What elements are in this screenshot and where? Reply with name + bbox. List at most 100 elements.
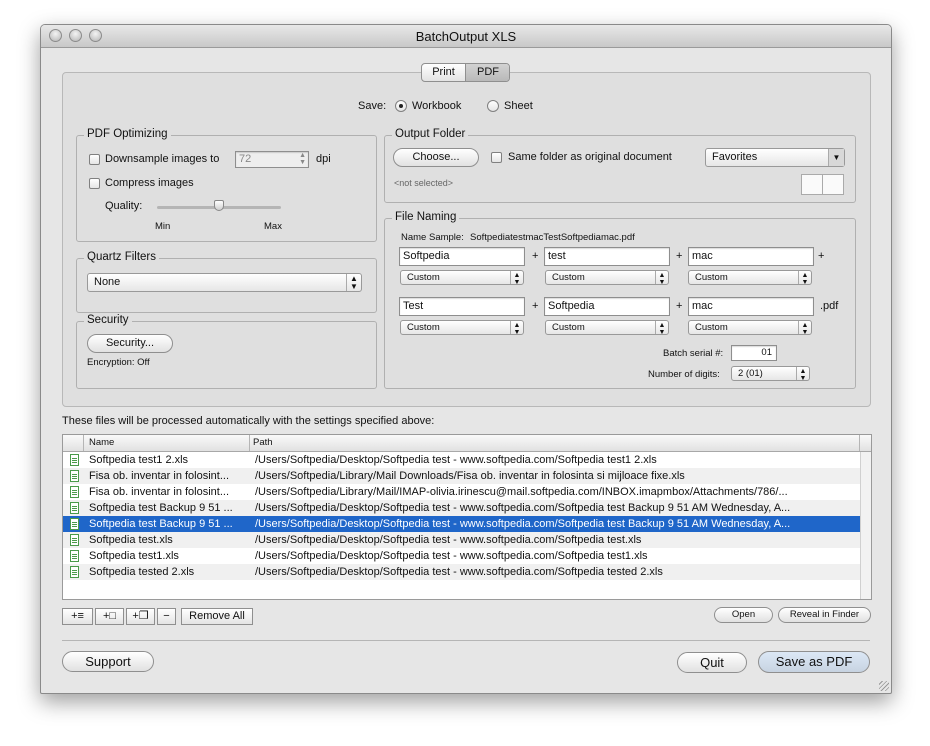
same-folder-checkbox[interactable] — [491, 152, 502, 163]
print-pdf-segmented-control: Print PDF — [421, 63, 510, 82]
downsample-checkbox[interactable] — [89, 154, 100, 165]
save-as-pdf-button[interactable]: Save as PDF — [758, 651, 870, 673]
tab-pdf[interactable]: PDF — [465, 64, 509, 81]
name-part-field-5[interactable]: Softpedia — [544, 297, 670, 316]
open-button[interactable]: Open — [714, 607, 773, 623]
name-part-field-4[interactable]: Test — [399, 297, 525, 316]
popup-arrows-icon: ▲ ▼ — [510, 321, 523, 336]
quality-label: Quality: — [105, 200, 143, 212]
footer-divider — [62, 640, 870, 641]
preview-divider — [822, 175, 823, 194]
spreadsheet-file-icon — [70, 502, 79, 514]
table-header: Name Path — [63, 435, 871, 452]
batch-serial-field[interactable]: 01 — [731, 345, 777, 361]
dpi-stepper[interactable]: 72 ▲ ▼ — [235, 151, 309, 168]
table-row[interactable]: Fisa ob. inventar in folosint... /Users/S… — [63, 484, 861, 500]
dpi-unit-label: dpi — [316, 153, 331, 165]
add-list-button[interactable]: +≡ — [62, 608, 93, 625]
title-bar[interactable]: BatchOutput XLS — [41, 25, 891, 48]
save-label: Save: — [358, 100, 387, 112]
dpi-value: 72 — [239, 153, 252, 165]
vertical-scrollbar[interactable] — [860, 452, 871, 599]
file-path-cell: /Users/Softpedia/Library/Mail Downloads/… — [255, 470, 685, 482]
file-path-cell: /Users/Softpedia/Desktop/Softpedia test … — [255, 534, 642, 546]
same-folder-label: Same folder as original document — [508, 151, 672, 163]
name-part-field-6[interactable]: mac — [688, 297, 814, 316]
name-part-field-1[interactable]: Softpedia — [399, 247, 525, 266]
security-button[interactable]: Security... — [87, 334, 173, 353]
remove-button[interactable]: − — [157, 608, 176, 625]
quartz-filter-popup[interactable]: None ▲ ▼ — [87, 273, 362, 292]
file-path-cell: /Users/Softpedia/Desktop/Softpedia test … — [255, 550, 648, 562]
popup-arrows-icon: ▲ ▼ — [655, 271, 668, 286]
file-name-cell: Softpedia test Backup 9 51 ... — [89, 518, 233, 530]
table-row[interactable]: Fisa ob. inventar in folosint... /Users/S… — [63, 468, 861, 484]
plus-separator: + — [818, 250, 825, 262]
folder-preview-well — [801, 174, 844, 195]
name-part-popup-6[interactable]: Custom ▲ ▼ — [688, 320, 812, 336]
support-button[interactable]: Support — [62, 651, 154, 672]
output-folder-legend: Output Folder — [392, 128, 469, 140]
table-row[interactable]: Softpedia test1 2.xls/Users/Softpedia/De… — [63, 452, 861, 468]
quality-slider-thumb[interactable] — [214, 200, 224, 211]
column-header-path[interactable]: Path — [253, 437, 273, 448]
minus-icon: − — [163, 610, 170, 622]
pdf-extension-label: .pdf — [820, 300, 839, 312]
favorites-popup[interactable]: Favorites ▼ — [705, 148, 845, 167]
reveal-in-finder-button[interactable]: Reveal in Finder — [778, 607, 871, 623]
resize-grip-icon[interactable] — [879, 681, 889, 691]
file-name-cell: Softpedia tested 2.xls — [89, 566, 195, 578]
column-divider — [859, 435, 860, 451]
add-file-button[interactable]: +□ — [95, 608, 124, 625]
table-row[interactable]: Softpedia tested 2.xls/Users/Softpedia/D… — [63, 564, 861, 580]
name-part-popup-3[interactable]: Custom ▲ ▼ — [688, 270, 812, 286]
files-table[interactable]: Name Path Softpedia test1 2.xls/Users/So… — [62, 434, 872, 600]
workbook-label: Workbook — [412, 100, 462, 112]
name-part-popup-5[interactable]: Custom ▲ ▼ — [545, 320, 669, 336]
popup-arrows-icon: ▲ ▼ — [796, 367, 809, 382]
name-part-popup-2[interactable]: Custom ▲ ▼ — [545, 270, 669, 286]
name-part-popup-1[interactable]: Custom ▲ ▼ — [400, 270, 524, 286]
table-row[interactable]: Softpedia test1.xls/Users/Softpedia/Desk… — [63, 548, 861, 564]
add-folder-icon: +❐ — [132, 610, 149, 622]
spreadsheet-file-icon — [70, 534, 79, 546]
quit-button[interactable]: Quit — [677, 652, 747, 673]
file-path-cell: /Users/Softpedia/Desktop/Softpedia test … — [255, 518, 791, 530]
file-path-cell: /Users/Softpedia/Library/Mail/IMAP-olivi… — [255, 486, 788, 498]
file-name-cell: Softpedia test1.xls — [89, 550, 179, 562]
spreadsheet-file-icon — [70, 518, 79, 530]
compress-images-checkbox[interactable] — [89, 178, 100, 189]
name-part-field-2[interactable]: test — [544, 247, 670, 266]
name-part-field-3[interactable]: mac — [688, 247, 814, 266]
popup-arrows-icon: ▲ ▼ — [655, 321, 668, 336]
folder-path-label: <not selected> — [394, 178, 454, 188]
sheet-label: Sheet — [504, 100, 533, 112]
popup-arrows-icon: ▲ ▼ — [510, 271, 523, 286]
stepper-arrows-icon[interactable]: ▲ ▼ — [299, 152, 306, 166]
plus-separator: + — [532, 250, 539, 262]
table-row[interactable]: Softpedia test Backup 9 51 ... /Users/Sof… — [63, 516, 861, 532]
table-row[interactable]: Softpedia test Backup 9 51 ... /Users/Sof… — [63, 500, 861, 516]
spreadsheet-file-icon — [70, 454, 79, 466]
file-name-cell: Fisa ob. inventar in folosint... — [89, 486, 230, 498]
app-window: BatchOutput XLS Print PDF Save: Workbook… — [40, 24, 892, 694]
number-of-digits-label: Number of digits: — [648, 369, 720, 380]
add-folder-button[interactable]: +❐ — [126, 608, 155, 625]
popup-arrows-icon: ▲ ▼ — [798, 321, 811, 336]
downsample-label: Downsample images to — [105, 153, 220, 165]
workbook-radio[interactable] — [395, 100, 407, 112]
compress-images-label: Compress images — [105, 177, 194, 189]
tab-print[interactable]: Print — [422, 64, 465, 81]
file-path-cell: /Users/Softpedia/Desktop/Softpedia test … — [255, 566, 663, 578]
number-of-digits-popup[interactable]: 2 (01) ▲ ▼ — [731, 366, 810, 382]
sheet-radio[interactable] — [487, 100, 499, 112]
choose-folder-button[interactable]: Choose... — [393, 148, 479, 167]
name-part-popup-4[interactable]: Custom ▲ ▼ — [400, 320, 524, 336]
popup-value: Custom — [407, 322, 440, 333]
popup-value: Custom — [552, 272, 585, 283]
table-row[interactable]: Softpedia test.xls/Users/Softpedia/Deskt… — [63, 532, 861, 548]
security-group — [76, 321, 377, 389]
column-header-name[interactable]: Name — [89, 437, 114, 448]
remove-all-button[interactable]: Remove All — [181, 608, 253, 625]
quality-min-label: Min — [155, 221, 171, 232]
